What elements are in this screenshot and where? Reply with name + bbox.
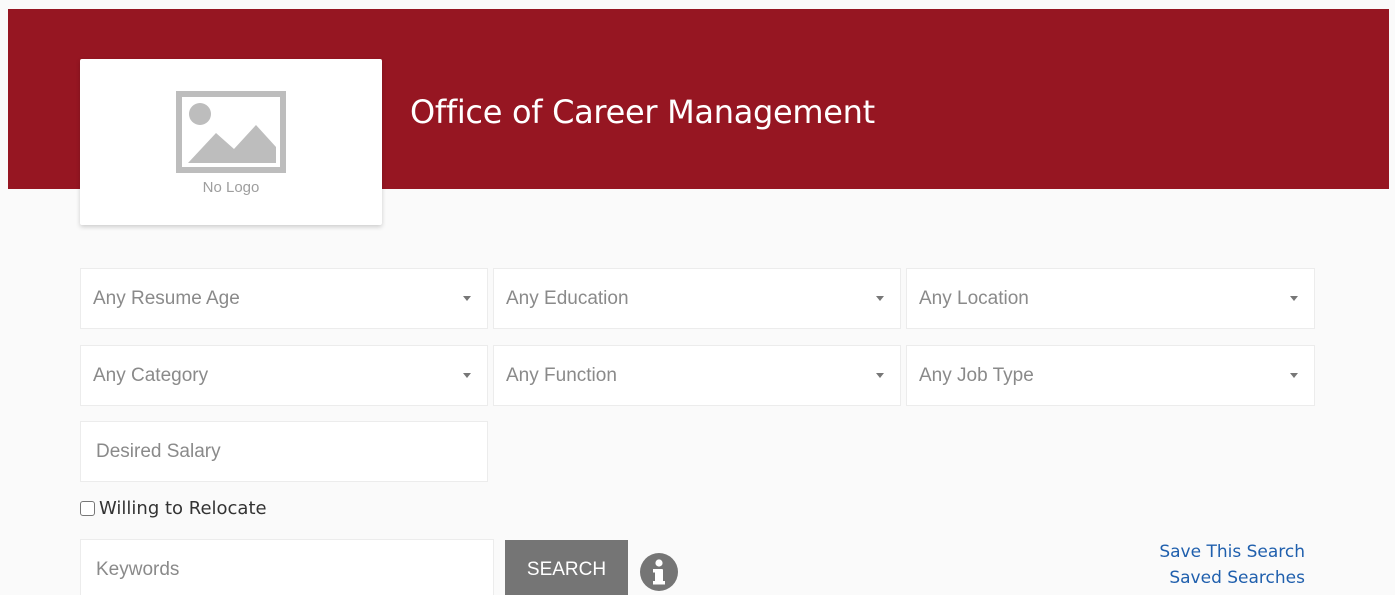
category-value: Any Category <box>93 365 209 386</box>
search-links: Save This Search Saved Searches <box>1159 539 1305 591</box>
category-select[interactable]: Any Category <box>80 345 488 406</box>
function-select[interactable]: Any Function <box>493 345 901 406</box>
page: Office of Career Management No Logo Any … <box>0 0 1395 595</box>
chevron-down-icon <box>1290 373 1298 378</box>
relocate-checkbox[interactable] <box>80 501 95 516</box>
chevron-down-icon <box>876 296 884 301</box>
image-placeholder-icon <box>176 91 286 173</box>
keywords-placeholder: Keywords <box>96 559 180 580</box>
resume-age-select[interactable]: Any Resume Age <box>80 268 488 329</box>
relocate-label: Willing to Relocate <box>99 498 267 519</box>
chevron-down-icon <box>463 373 471 378</box>
desired-salary-input[interactable]: Desired Salary <box>80 421 488 482</box>
education-select[interactable]: Any Education <box>493 268 901 329</box>
info-icon[interactable] <box>640 553 678 591</box>
chevron-down-icon <box>463 296 471 301</box>
relocate-option: Willing to Relocate <box>80 498 267 519</box>
resume-age-value: Any Resume Age <box>93 288 240 309</box>
education-value: Any Education <box>506 288 629 309</box>
chevron-down-icon <box>876 373 884 378</box>
location-select[interactable]: Any Location <box>906 268 1315 329</box>
function-value: Any Function <box>506 365 617 386</box>
location-value: Any Location <box>919 288 1029 309</box>
save-search-link[interactable]: Save This Search <box>1159 539 1305 565</box>
job-type-select[interactable]: Any Job Type <box>906 345 1315 406</box>
desired-salary-placeholder: Desired Salary <box>96 441 221 462</box>
search-button[interactable]: SEARCH <box>505 540 628 595</box>
keywords-input[interactable]: Keywords <box>80 539 494 595</box>
page-title: Office of Career Management <box>410 93 875 131</box>
job-type-value: Any Job Type <box>919 365 1034 386</box>
chevron-down-icon <box>1290 296 1298 301</box>
no-logo-label: No Logo <box>202 179 260 196</box>
logo-card: No Logo <box>80 59 382 225</box>
saved-searches-link[interactable]: Saved Searches <box>1159 565 1305 591</box>
